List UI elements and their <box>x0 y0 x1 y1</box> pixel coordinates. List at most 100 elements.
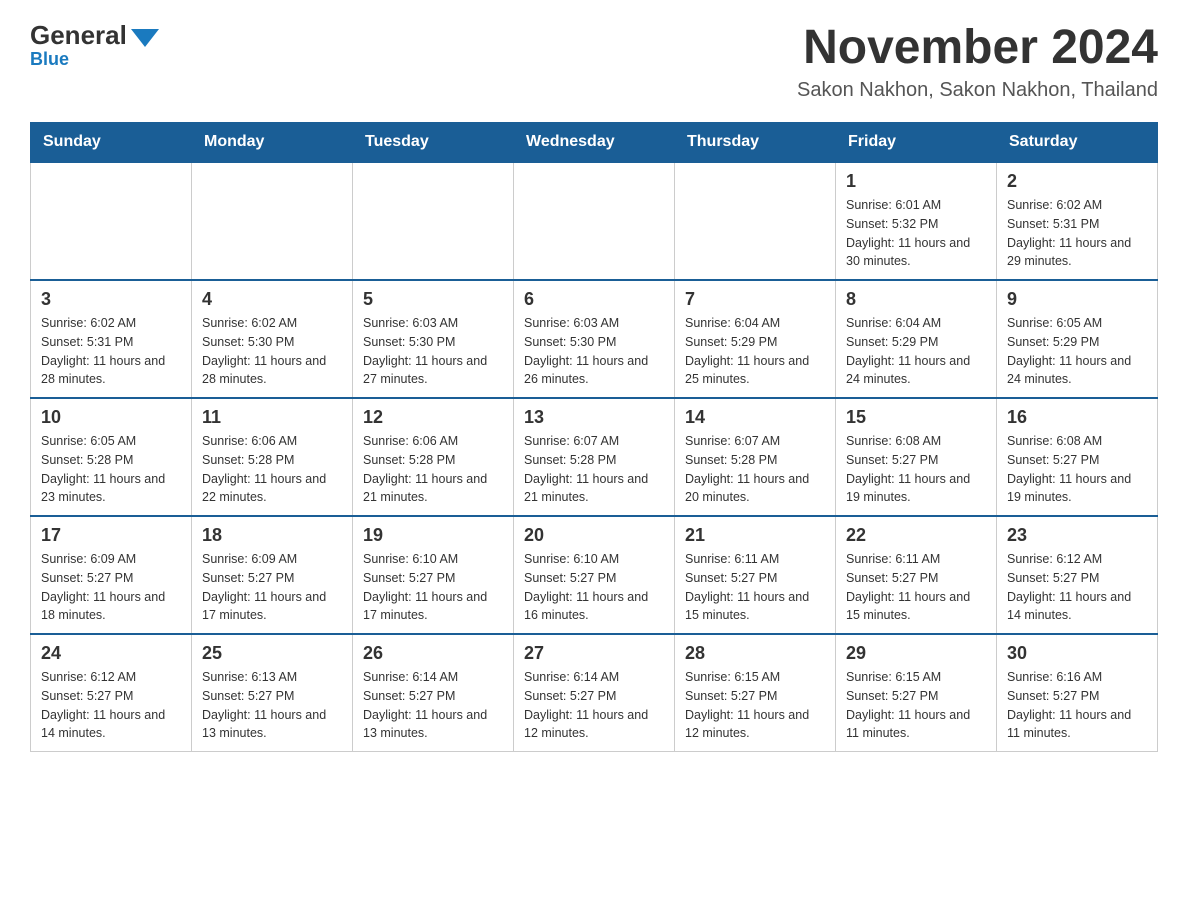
day-number: 29 <box>846 643 986 664</box>
calendar-cell: 4 Sunrise: 6:02 AM Sunset: 5:30 PM Daylig… <box>192 280 353 398</box>
calendar-cell: 10 Sunrise: 6:05 AM Sunset: 5:28 PM Dayli… <box>31 398 192 516</box>
calendar-cell: 21 Sunrise: 6:11 AM Sunset: 5:27 PM Dayli… <box>675 516 836 634</box>
day-info: Sunrise: 6:10 AM Sunset: 5:27 PM Dayligh… <box>524 550 664 625</box>
calendar-cell: 5 Sunrise: 6:03 AM Sunset: 5:30 PM Daylig… <box>353 280 514 398</box>
page-header: General Blue November 2024 Sakon Nakhon,… <box>30 20 1158 102</box>
day-number: 10 <box>41 407 181 428</box>
calendar-cell: 2 Sunrise: 6:02 AM Sunset: 5:31 PM Daylig… <box>997 162 1158 280</box>
day-info: Sunrise: 6:10 AM Sunset: 5:27 PM Dayligh… <box>363 550 503 625</box>
day-info: Sunrise: 6:14 AM Sunset: 5:27 PM Dayligh… <box>524 668 664 743</box>
day-info: Sunrise: 6:02 AM Sunset: 5:30 PM Dayligh… <box>202 314 342 389</box>
day-header-wednesday: Wednesday <box>514 123 675 163</box>
day-number: 9 <box>1007 289 1147 310</box>
calendar-week-row: 10 Sunrise: 6:05 AM Sunset: 5:28 PM Dayli… <box>31 398 1158 516</box>
day-info: Sunrise: 6:05 AM Sunset: 5:29 PM Dayligh… <box>1007 314 1147 389</box>
day-number: 3 <box>41 289 181 310</box>
title-section: November 2024 Sakon Nakhon, Sakon Nakhon… <box>797 20 1158 102</box>
day-info: Sunrise: 6:12 AM Sunset: 5:27 PM Dayligh… <box>1007 550 1147 625</box>
day-number: 24 <box>41 643 181 664</box>
day-info: Sunrise: 6:03 AM Sunset: 5:30 PM Dayligh… <box>363 314 503 389</box>
day-number: 30 <box>1007 643 1147 664</box>
calendar-cell: 6 Sunrise: 6:03 AM Sunset: 5:30 PM Daylig… <box>514 280 675 398</box>
calendar-week-row: 24Sunrise: 6:12 AM Sunset: 5:27 PM Dayli… <box>31 634 1158 752</box>
calendar-cell: 18Sunrise: 6:09 AM Sunset: 5:27 PM Dayli… <box>192 516 353 634</box>
day-number: 28 <box>685 643 825 664</box>
logo-triangle-icon <box>131 29 159 47</box>
day-number: 18 <box>202 525 342 546</box>
calendar-cell: 29 Sunrise: 6:15 AM Sunset: 5:27 PM Dayli… <box>836 634 997 752</box>
calendar-body: 1 Sunrise: 6:01 AM Sunset: 5:32 PM Daylig… <box>31 162 1158 752</box>
calendar-week-row: 1 Sunrise: 6:01 AM Sunset: 5:32 PM Daylig… <box>31 162 1158 280</box>
calendar-cell: 23 Sunrise: 6:12 AM Sunset: 5:27 PM Dayli… <box>997 516 1158 634</box>
calendar-header: SundayMondayTuesdayWednesdayThursdayFrid… <box>31 123 1158 163</box>
calendar-cell: 3 Sunrise: 6:02 AM Sunset: 5:31 PM Daylig… <box>31 280 192 398</box>
logo-main: General <box>30 20 159 51</box>
calendar-cell: 19 Sunrise: 6:10 AM Sunset: 5:27 PM Dayli… <box>353 516 514 634</box>
day-info: Sunrise: 6:02 AM Sunset: 5:31 PM Dayligh… <box>41 314 181 389</box>
calendar-cell: 24Sunrise: 6:12 AM Sunset: 5:27 PM Dayli… <box>31 634 192 752</box>
calendar-cell: 7 Sunrise: 6:04 AM Sunset: 5:29 PM Daylig… <box>675 280 836 398</box>
calendar-cell: 16Sunrise: 6:08 AM Sunset: 5:27 PM Dayli… <box>997 398 1158 516</box>
calendar-cell <box>675 162 836 280</box>
logo-blue-text: Blue <box>30 49 69 70</box>
day-number: 22 <box>846 525 986 546</box>
day-number: 5 <box>363 289 503 310</box>
calendar-cell: 22 Sunrise: 6:11 AM Sunset: 5:27 PM Dayli… <box>836 516 997 634</box>
day-number: 26 <box>363 643 503 664</box>
calendar-cell: 17Sunrise: 6:09 AM Sunset: 5:27 PM Dayli… <box>31 516 192 634</box>
day-info: Sunrise: 6:07 AM Sunset: 5:28 PM Dayligh… <box>524 432 664 507</box>
day-info: Sunrise: 6:14 AM Sunset: 5:27 PM Dayligh… <box>363 668 503 743</box>
calendar-cell <box>192 162 353 280</box>
calendar-cell: 30Sunrise: 6:16 AM Sunset: 5:27 PM Dayli… <box>997 634 1158 752</box>
day-header-thursday: Thursday <box>675 123 836 163</box>
days-of-week-row: SundayMondayTuesdayWednesdayThursdayFrid… <box>31 123 1158 163</box>
calendar-cell: 13Sunrise: 6:07 AM Sunset: 5:28 PM Dayli… <box>514 398 675 516</box>
day-number: 1 <box>846 171 986 192</box>
page-subtitle: Sakon Nakhon, Sakon Nakhon, Thailand <box>797 79 1158 102</box>
day-number: 6 <box>524 289 664 310</box>
calendar-cell: 28 Sunrise: 6:15 AM Sunset: 5:27 PM Dayli… <box>675 634 836 752</box>
day-number: 2 <box>1007 171 1147 192</box>
day-header-friday: Friday <box>836 123 997 163</box>
day-info: Sunrise: 6:15 AM Sunset: 5:27 PM Dayligh… <box>846 668 986 743</box>
calendar-cell: 14Sunrise: 6:07 AM Sunset: 5:28 PM Dayli… <box>675 398 836 516</box>
calendar-cell: 27 Sunrise: 6:14 AM Sunset: 5:27 PM Dayli… <box>514 634 675 752</box>
day-number: 27 <box>524 643 664 664</box>
calendar-cell: 26 Sunrise: 6:14 AM Sunset: 5:27 PM Dayli… <box>353 634 514 752</box>
day-info: Sunrise: 6:08 AM Sunset: 5:27 PM Dayligh… <box>846 432 986 507</box>
day-info: Sunrise: 6:04 AM Sunset: 5:29 PM Dayligh… <box>685 314 825 389</box>
day-number: 15 <box>846 407 986 428</box>
day-number: 23 <box>1007 525 1147 546</box>
calendar-cell: 20Sunrise: 6:10 AM Sunset: 5:27 PM Dayli… <box>514 516 675 634</box>
day-info: Sunrise: 6:15 AM Sunset: 5:27 PM Dayligh… <box>685 668 825 743</box>
day-number: 11 <box>202 407 342 428</box>
day-number: 16 <box>1007 407 1147 428</box>
day-number: 7 <box>685 289 825 310</box>
day-info: Sunrise: 6:02 AM Sunset: 5:31 PM Dayligh… <box>1007 196 1147 271</box>
day-info: Sunrise: 6:03 AM Sunset: 5:30 PM Dayligh… <box>524 314 664 389</box>
calendar-table: SundayMondayTuesdayWednesdayThursdayFrid… <box>30 122 1158 752</box>
day-info: Sunrise: 6:09 AM Sunset: 5:27 PM Dayligh… <box>41 550 181 625</box>
day-number: 21 <box>685 525 825 546</box>
logo: General Blue <box>30 20 159 70</box>
calendar-cell <box>514 162 675 280</box>
day-number: 12 <box>363 407 503 428</box>
calendar-cell <box>31 162 192 280</box>
calendar-week-row: 17Sunrise: 6:09 AM Sunset: 5:27 PM Dayli… <box>31 516 1158 634</box>
day-info: Sunrise: 6:01 AM Sunset: 5:32 PM Dayligh… <box>846 196 986 271</box>
day-number: 4 <box>202 289 342 310</box>
day-header-saturday: Saturday <box>997 123 1158 163</box>
day-info: Sunrise: 6:05 AM Sunset: 5:28 PM Dayligh… <box>41 432 181 507</box>
calendar-cell <box>353 162 514 280</box>
day-info: Sunrise: 6:06 AM Sunset: 5:28 PM Dayligh… <box>202 432 342 507</box>
calendar-cell: 15 Sunrise: 6:08 AM Sunset: 5:27 PM Dayli… <box>836 398 997 516</box>
day-number: 25 <box>202 643 342 664</box>
day-info: Sunrise: 6:11 AM Sunset: 5:27 PM Dayligh… <box>846 550 986 625</box>
day-info: Sunrise: 6:11 AM Sunset: 5:27 PM Dayligh… <box>685 550 825 625</box>
calendar-cell: 12 Sunrise: 6:06 AM Sunset: 5:28 PM Dayli… <box>353 398 514 516</box>
calendar-cell: 11 Sunrise: 6:06 AM Sunset: 5:28 PM Dayli… <box>192 398 353 516</box>
day-number: 19 <box>363 525 503 546</box>
day-header-sunday: Sunday <box>31 123 192 163</box>
day-info: Sunrise: 6:06 AM Sunset: 5:28 PM Dayligh… <box>363 432 503 507</box>
day-number: 14 <box>685 407 825 428</box>
